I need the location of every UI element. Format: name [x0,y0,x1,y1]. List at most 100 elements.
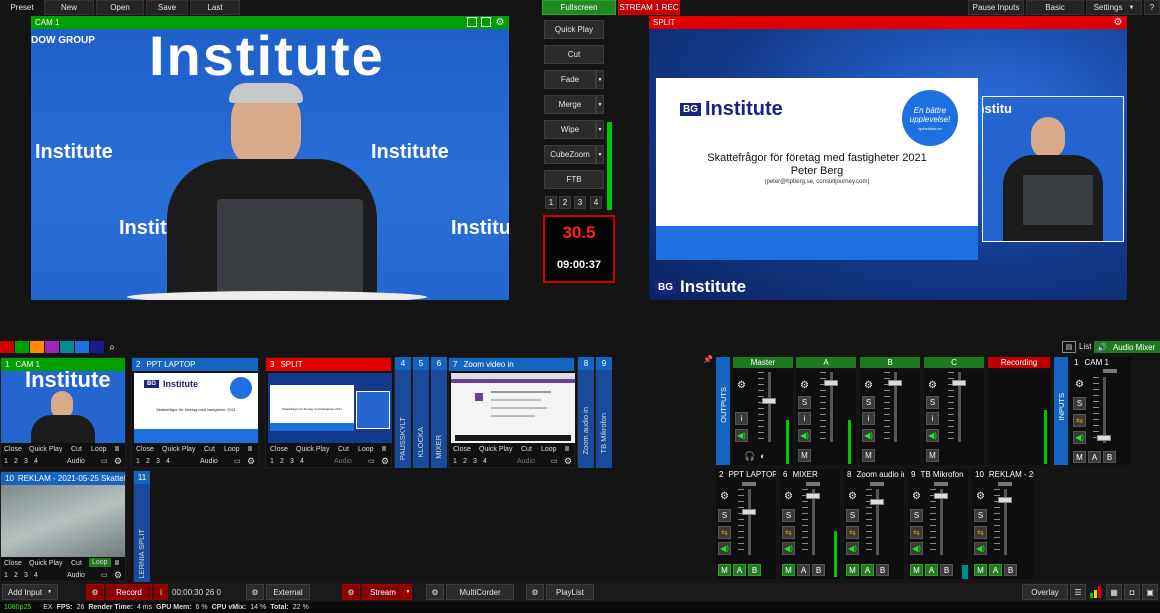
pause-icon[interactable]: II [248,446,252,453]
speaker-icon[interactable]: ◀) [926,429,939,442]
input-tile-lernia-split[interactable]: 11 LERNIA SPLIT [133,471,150,582]
transfer-icon[interactable]: ⇆ [782,526,795,539]
speaker-icon[interactable]: ◀) [798,429,811,442]
overlay-1-button[interactable]: 1 [270,458,274,465]
search-icon[interactable]: ⌕ [105,341,119,353]
camera-icon[interactable]: ◘ [1124,584,1140,600]
transfer-icon[interactable]: ⇆ [718,526,731,539]
bus-b-fader-knob[interactable] [888,380,902,386]
loop-button[interactable]: Loop [91,446,107,453]
gear-icon[interactable]: ⚙ [976,491,985,502]
gear-icon[interactable]: ⚙ [1075,379,1084,390]
close-button[interactable]: Close [453,446,471,453]
overlay-1-button[interactable]: 1 [453,458,457,465]
menu-icon[interactable]: ☰ [1070,584,1086,600]
mute-button[interactable]: M [974,564,987,576]
audio-button[interactable]: Audio [67,458,85,465]
gear-icon[interactable]: ⚙ [247,456,255,467]
bus-a-button[interactable]: A [925,564,938,576]
overlay-3-button[interactable]: 3 [156,458,160,465]
save-button[interactable]: Save [146,0,188,15]
bus-a-button[interactable]: A [733,564,746,576]
input-tile-zoom-audio[interactable]: 8 Zoom audio in [577,357,594,468]
solo-button[interactable]: S [974,509,987,522]
pan-slider[interactable] [870,482,884,486]
bus-a-label[interactable]: A [796,357,856,368]
info-button[interactable]: i [926,412,939,425]
input-tile-zoom-video[interactable]: 7 Zoom video in Close Quick Play Cut Loop… [448,357,575,468]
solo-button[interactable]: S [1073,397,1086,410]
master-fader-knob[interactable] [762,398,776,404]
swatch-teal[interactable] [60,341,74,353]
list-label[interactable]: List [1079,342,1091,351]
overlay-2-button[interactable]: 2 [146,458,150,465]
grid-icon[interactable]: ▦ [1106,584,1122,600]
input-tile-split[interactable]: 3 SPLIT Skattefrågor för företag med fast… [265,357,392,468]
monitor-icon[interactable]: ▭ [234,457,241,465]
cut-button[interactable]: Cut [71,446,82,453]
pan-slider[interactable] [1103,369,1117,373]
cut-button[interactable]: Cut [204,446,215,453]
ftb-button[interactable]: FTB [544,170,604,189]
playlist-button[interactable]: PlayList [546,584,594,600]
input-tile-tb-mikrofon[interactable]: 9 TB Mikrofon [595,357,612,468]
speaker-icon[interactable]: ◀) [1073,431,1086,444]
stream-button[interactable]: Stream [362,584,404,600]
cubezoom-button[interactable]: CubeZoom [544,145,596,164]
bar-chart-icon[interactable] [1090,586,1101,598]
transfer-icon[interactable]: ⇆ [974,526,987,539]
mute-button[interactable]: M [782,564,795,576]
transition-num-button[interactable]: 2 [559,196,571,209]
pause-icon[interactable]: II [115,446,119,453]
add-input-button[interactable]: Add Input ▼ [2,584,58,600]
gear-icon[interactable]: ⚙ [784,491,793,502]
solo-button[interactable]: S [910,509,923,522]
bus-a-button[interactable]: A [861,564,874,576]
mute-button[interactable]: M [862,449,875,462]
input-tile-pausskylt[interactable]: 4 PAUSSKYLT [394,357,411,468]
dial-icon[interactable]: ◐ [760,451,765,461]
fade-button[interactable]: Fade [544,70,596,89]
pause-icon[interactable]: II [115,560,119,567]
swatch-orange[interactable] [30,341,44,353]
speaker-icon[interactable]: ◀) [974,542,987,555]
pin-icon[interactable]: 📌 [703,355,713,365]
fullscreen-button[interactable]: Fullscreen [542,0,616,15]
cut-button[interactable]: Cut [521,446,532,453]
input-tile-ppt-laptop[interactable]: 2 PPT LAPTOP BG Institute Skattefrågor för… [131,357,259,468]
audio-mixer-tab[interactable]: 🔊 Audio Mixer [1094,341,1160,353]
help-button[interactable]: ? [1144,0,1160,15]
wipe-button[interactable]: Wipe [544,120,596,139]
loop-button-active[interactable]: Loop [89,558,111,567]
bus-b-button[interactable]: B [812,564,825,576]
swatch-green[interactable] [15,341,29,353]
info-button[interactable]: i [798,412,811,425]
bus-a-fader-knob[interactable] [824,380,838,386]
loop-button[interactable]: Loop [358,446,374,453]
monitor-icon[interactable]: ▭ [368,457,375,465]
gear-icon[interactable]: ⚙ [737,380,746,391]
overlay-2-button[interactable]: 2 [14,572,18,579]
solo-button[interactable]: S [782,509,795,522]
transfer-icon[interactable]: ⇆ [910,526,923,539]
close-button[interactable]: Close [270,446,288,453]
loop-button[interactable]: Loop [224,446,240,453]
swatch-navy[interactable] [90,341,104,353]
external-button[interactable]: External [266,584,310,600]
overlay-3-button[interactable]: 3 [24,458,28,465]
mute-button[interactable]: M [846,564,859,576]
gear-icon[interactable]: ⚙ [800,380,809,391]
mute-button[interactable]: M [910,564,923,576]
bus-b-button[interactable]: B [748,564,761,576]
solo-button[interactable]: S [862,396,875,409]
bus-b-button[interactable]: B [1103,451,1116,463]
monitor-icon[interactable]: ▭ [101,571,108,579]
gear-icon[interactable]: ⚙ [720,491,729,502]
gear-icon[interactable]: ⚙ [848,491,857,502]
quick-play-button[interactable]: Quick Play [162,446,195,453]
overlay-4-button[interactable]: 4 [34,572,38,579]
gear-icon[interactable]: ⚙ [928,380,937,391]
pan-slider[interactable] [934,482,948,486]
gear-icon[interactable]: ⚙ [426,584,444,600]
info-button[interactable]: i [735,412,748,425]
